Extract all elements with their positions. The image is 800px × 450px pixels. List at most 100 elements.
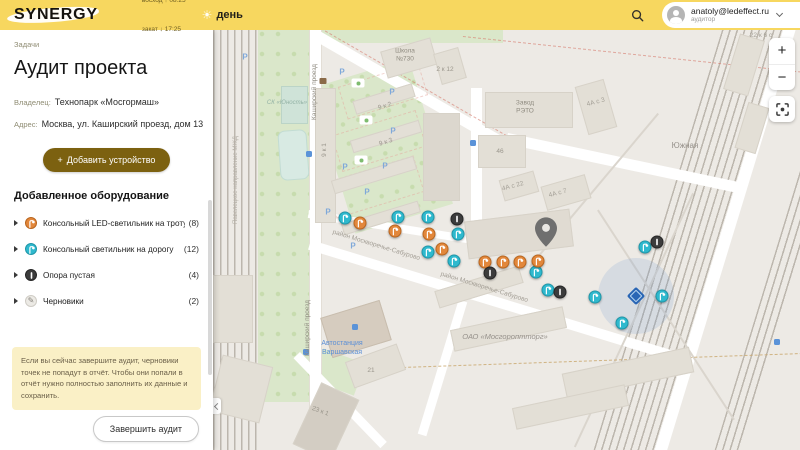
header-right: anatoly@ledeffect.ru аудитор — [624, 0, 800, 30]
map-marker-road_light[interactable] — [451, 227, 465, 241]
equipment-count: (2) — [188, 296, 199, 306]
sun-times: восход ↑ 08:25 закат ↓ 17:25 — [142, 0, 186, 54]
map-marker-empty_pole[interactable] — [483, 266, 497, 280]
map-label: 21 — [367, 366, 375, 374]
map-marker-road_light[interactable] — [421, 245, 435, 259]
map-marker-road_light[interactable] — [541, 283, 555, 297]
map-marker-led_sidewalk[interactable] — [496, 255, 510, 269]
zoom-out-button[interactable]: − — [769, 64, 795, 90]
account-menu[interactable]: anatoly@ledeffect.ru аудитор — [662, 2, 800, 28]
map-marker-road_light[interactable] — [588, 290, 602, 304]
playground-icon — [354, 155, 368, 165]
led-sidewalk-marker-icon — [25, 217, 37, 229]
search-button[interactable] — [624, 2, 650, 28]
top-bar: SYNERGY восход ↑ 08:25 закат ↓ 17:25 ☀ д… — [0, 0, 800, 33]
bus-stop-icon — [470, 140, 476, 146]
map-marker-led_sidewalk[interactable] — [435, 242, 449, 256]
caret-right-icon — [14, 220, 18, 226]
map-marker-road_light[interactable] — [615, 316, 629, 330]
bus-stop-icon — [306, 151, 312, 157]
sidebar-collapse-handle[interactable] — [213, 398, 221, 414]
add-device-button[interactable]: + Добавить устройство — [42, 148, 171, 172]
chevron-down-icon — [775, 9, 783, 18]
parking-icon: P — [364, 187, 370, 197]
equipment-item-empty-pole[interactable]: Опора пустая (4) — [14, 262, 199, 288]
task-panel: Задачи Аудит проекта Владелец: Технопарк … — [0, 30, 213, 450]
parking-icon: P — [389, 87, 395, 97]
map-pin[interactable] — [535, 217, 557, 252]
finish-audit-button[interactable]: Завершить аудит — [92, 416, 199, 442]
caret-right-icon — [14, 246, 18, 252]
equipment-item-led-sidewalk[interactable]: Консольный LED-светильник на тротуар (8) — [14, 210, 199, 236]
map-canvas[interactable]: + − Школа №730 2 к 12 9 к 19 к 29 к 3 Завод… — [213, 30, 800, 450]
account-email: anatoly@ledeffect.ru — [691, 6, 769, 16]
search-icon — [631, 9, 643, 21]
locate-icon — [775, 102, 789, 116]
bus-stop-icon — [352, 324, 358, 330]
caret-right-icon — [14, 298, 18, 304]
account-text: anatoly@ledeffect.ru аудитор — [691, 6, 769, 24]
parking-icon: P — [390, 126, 396, 136]
equipment-item-road-light[interactable]: Консольный светильник на дорогу (12) — [14, 236, 199, 262]
owner-row: Владелец: Технопарк «Мосгормаш» — [14, 92, 199, 110]
building — [213, 275, 253, 343]
map-marker-road_light[interactable] — [421, 210, 435, 224]
avatar-icon — [667, 6, 685, 24]
project-meta: Владелец: Технопарк «Мосгормаш» Адрес: Мос… — [14, 92, 203, 132]
equipment-heading: Добавленное оборудование — [14, 190, 169, 202]
map-marker-led_sidewalk[interactable] — [388, 224, 402, 238]
zoom-controls: + − — [769, 38, 795, 90]
equipment-count: (8) — [188, 218, 199, 228]
page-title: Аудит проекта — [14, 57, 148, 79]
map-marker-led_sidewalk[interactable] — [513, 255, 527, 269]
map-marker-empty_pole[interactable] — [650, 235, 664, 249]
sun-icon: ☀ — [201, 8, 213, 22]
zoom-in-button[interactable]: + — [769, 38, 795, 64]
owner-value: Технопарк «Мосгормаш» — [54, 97, 160, 107]
address-row: Адрес: Москва, ул. Каширский проезд, дом … — [14, 114, 203, 132]
owner-label: Владелец: — [14, 98, 51, 107]
locate-me-button[interactable] — [769, 96, 795, 122]
boundary-dashed — [373, 352, 800, 369]
map-label: ОАО «Мосгороптторг» — [462, 332, 548, 342]
map-marker-empty_pole[interactable] — [553, 285, 567, 299]
day-mode-toggle[interactable]: ☀ день — [202, 9, 243, 21]
map-marker-road_light[interactable] — [655, 289, 669, 303]
building — [449, 306, 568, 352]
equipment-label: Консольный светильник на дорогу — [43, 244, 174, 254]
map-label: Автостанция Варшавская — [321, 339, 363, 356]
map-marker-road_light[interactable] — [338, 211, 352, 225]
map-label: Каширский проезд — [310, 64, 318, 120]
draft-pencil-icon: ✎ — [25, 295, 37, 307]
map-marker-empty_pole[interactable] — [450, 212, 464, 226]
address-value: Москва, ул. Каширский проезд, дом 13 — [41, 119, 204, 129]
day-mode-label: день — [216, 9, 243, 21]
map-label: 9 к 1 — [320, 143, 328, 157]
sidebar-scrollbar[interactable] — [208, 200, 212, 375]
account-role: аудитор — [691, 16, 716, 24]
map-marker-road_light[interactable] — [447, 254, 461, 268]
building — [423, 113, 460, 201]
equipment-label: Опора пустая — [43, 270, 95, 280]
map-label: Завод РЭТО — [515, 99, 535, 115]
map-marker-road_light[interactable] — [391, 210, 405, 224]
map-marker-road_light[interactable] — [529, 265, 543, 279]
equipment-count: (12) — [183, 244, 199, 254]
playground-icon — [359, 115, 373, 125]
map-label: Павелецкое направление МЖД — [233, 136, 240, 224]
shop-icon — [319, 78, 327, 84]
map-label: 2 к 12 — [436, 65, 454, 73]
sunset-time: закат ↓ 17:25 — [141, 25, 182, 33]
map-marker-led_sidewalk[interactable] — [531, 254, 545, 268]
equipment-list: Консольный LED-светильник на тротуар (8)… — [14, 210, 199, 314]
equipment-item-drafts[interactable]: ✎ Черновики (2) — [14, 288, 199, 314]
parking-icon: P — [382, 161, 388, 171]
add-device-label: Добавить устройство — [66, 155, 156, 165]
address-label: Адрес: — [14, 120, 38, 129]
logo[interactable]: SYNERGY — [6, 4, 100, 26]
plus-icon: + — [57, 155, 63, 165]
equipment-label: Консольный LED-светильник на тротуар — [43, 218, 185, 228]
map-marker-led_sidewalk[interactable] — [353, 216, 367, 230]
map-marker-led_sidewalk[interactable] — [422, 227, 436, 241]
map-label: Каширский проезд — [303, 300, 311, 356]
